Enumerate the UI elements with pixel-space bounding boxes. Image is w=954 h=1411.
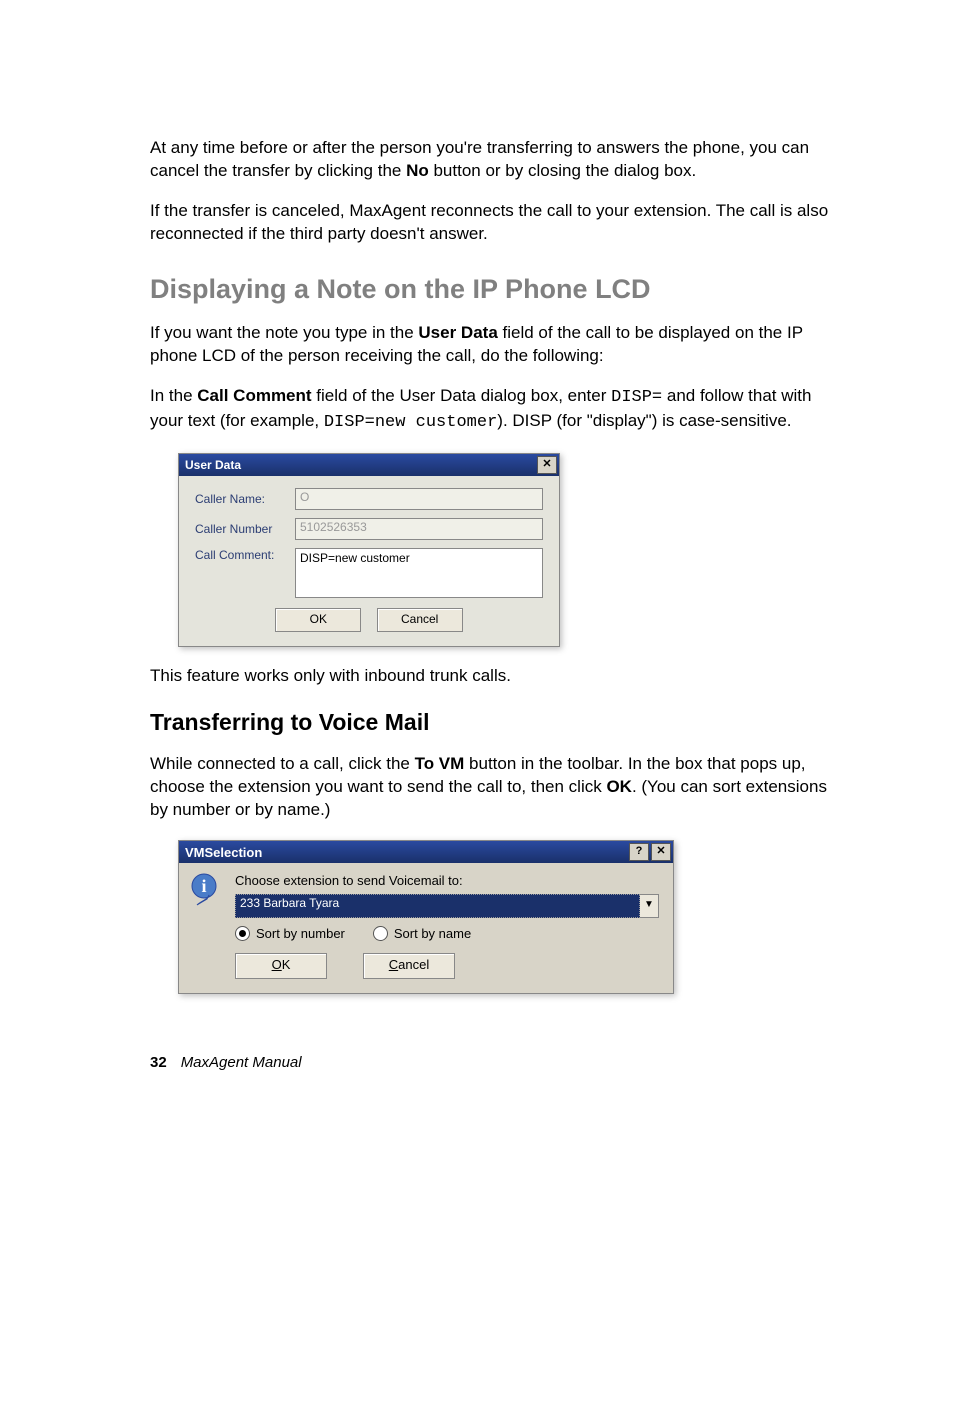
text: field of the User Data dialog box, enter <box>312 386 612 405</box>
text: While connected to a call, click the <box>150 754 415 773</box>
page-number: 32 <box>150 1054 167 1071</box>
book-title: MaxAgent Manual <box>181 1054 302 1071</box>
sort-by-name-radio[interactable]: Sort by name <box>373 926 471 941</box>
to-vm-bold: To VM <box>415 754 465 773</box>
text: If you want the note you type in the <box>150 323 418 342</box>
cancel-button[interactable]: Cancel <box>377 608 463 632</box>
user-data-titlebar: User Data ✕ <box>179 454 559 476</box>
ok-rest: K <box>282 957 291 972</box>
text: button or by closing the dialog box. <box>429 161 696 180</box>
caller-name-field[interactable]: O <box>295 488 543 510</box>
paragraph-to-vm: While connected to a call, click the To … <box>150 753 844 822</box>
text: In the <box>150 386 197 405</box>
heading-transferring-vm: Transferring to Voice Mail <box>150 709 844 736</box>
ok-underline: O <box>272 957 282 972</box>
radio-dot-icon <box>235 926 250 941</box>
user-data-bold: User Data <box>418 323 497 342</box>
radio-dot-icon <box>373 926 388 941</box>
page-footer: 32 MaxAgent Manual <box>150 1054 844 1071</box>
caller-number-label: Caller Number <box>195 522 295 536</box>
help-icon[interactable]: ? <box>629 843 649 861</box>
svg-text:i: i <box>201 876 206 896</box>
disp-code: DISP= <box>611 388 662 407</box>
text: ). DISP (for "display") is case-sensitiv… <box>497 411 791 430</box>
cancel-button[interactable]: Cancel <box>363 953 455 979</box>
heading-displaying-note: Displaying a Note on the IP Phone LCD <box>150 274 844 305</box>
paragraph-inbound-only: This feature works only with inbound tru… <box>150 665 844 688</box>
call-comment-field[interactable]: DISP=new customer <box>295 548 543 598</box>
info-icon: i <box>189 873 223 907</box>
caller-number-field[interactable]: 5102526353 <box>295 518 543 540</box>
paragraph-call-comment: In the Call Comment field of the User Da… <box>150 385 844 435</box>
user-data-dialog: User Data ✕ Caller Name: O Caller Number… <box>178 453 560 647</box>
call-comment-bold: Call Comment <box>197 386 311 405</box>
vmselection-titlebar: VMSelection ? ✕ <box>179 841 673 863</box>
sort-by-name-label: Sort by name <box>394 926 471 941</box>
vmselection-dialog: VMSelection ? ✕ i Choose extension to se… <box>178 840 674 994</box>
paragraph-userdata-intro: If you want the note you type in the Use… <box>150 322 844 368</box>
extension-selected[interactable]: 233 Barbara Tyara <box>235 894 640 918</box>
cancel-rest: ancel <box>398 957 429 972</box>
sort-by-number-radio[interactable]: Sort by number <box>235 926 345 941</box>
vmselection-prompt: Choose extension to send Voicemail to: <box>235 873 659 888</box>
ok-button[interactable]: OK <box>275 608 361 632</box>
user-data-title: User Data <box>185 458 241 472</box>
close-icon[interactable]: ✕ <box>537 456 557 474</box>
chevron-down-icon[interactable]: ▼ <box>640 894 659 918</box>
ok-bold: OK <box>606 777 632 796</box>
cancel-underline: C <box>389 957 398 972</box>
caller-name-label: Caller Name: <box>195 492 295 506</box>
close-icon[interactable]: ✕ <box>651 843 671 861</box>
no-bold: No <box>406 161 429 180</box>
extension-combo[interactable]: 233 Barbara Tyara ▼ <box>235 894 659 918</box>
call-comment-label: Call Comment: <box>195 548 295 562</box>
vmselection-title: VMSelection <box>185 845 262 860</box>
ok-button[interactable]: OK <box>235 953 327 979</box>
sort-by-number-label: Sort by number <box>256 926 345 941</box>
paragraph-cancel-transfer: At any time before or after the person y… <box>150 137 844 183</box>
disp-example-code: DISP=new customer <box>324 413 497 432</box>
paragraph-reconnect: If the transfer is canceled, MaxAgent re… <box>150 200 844 246</box>
